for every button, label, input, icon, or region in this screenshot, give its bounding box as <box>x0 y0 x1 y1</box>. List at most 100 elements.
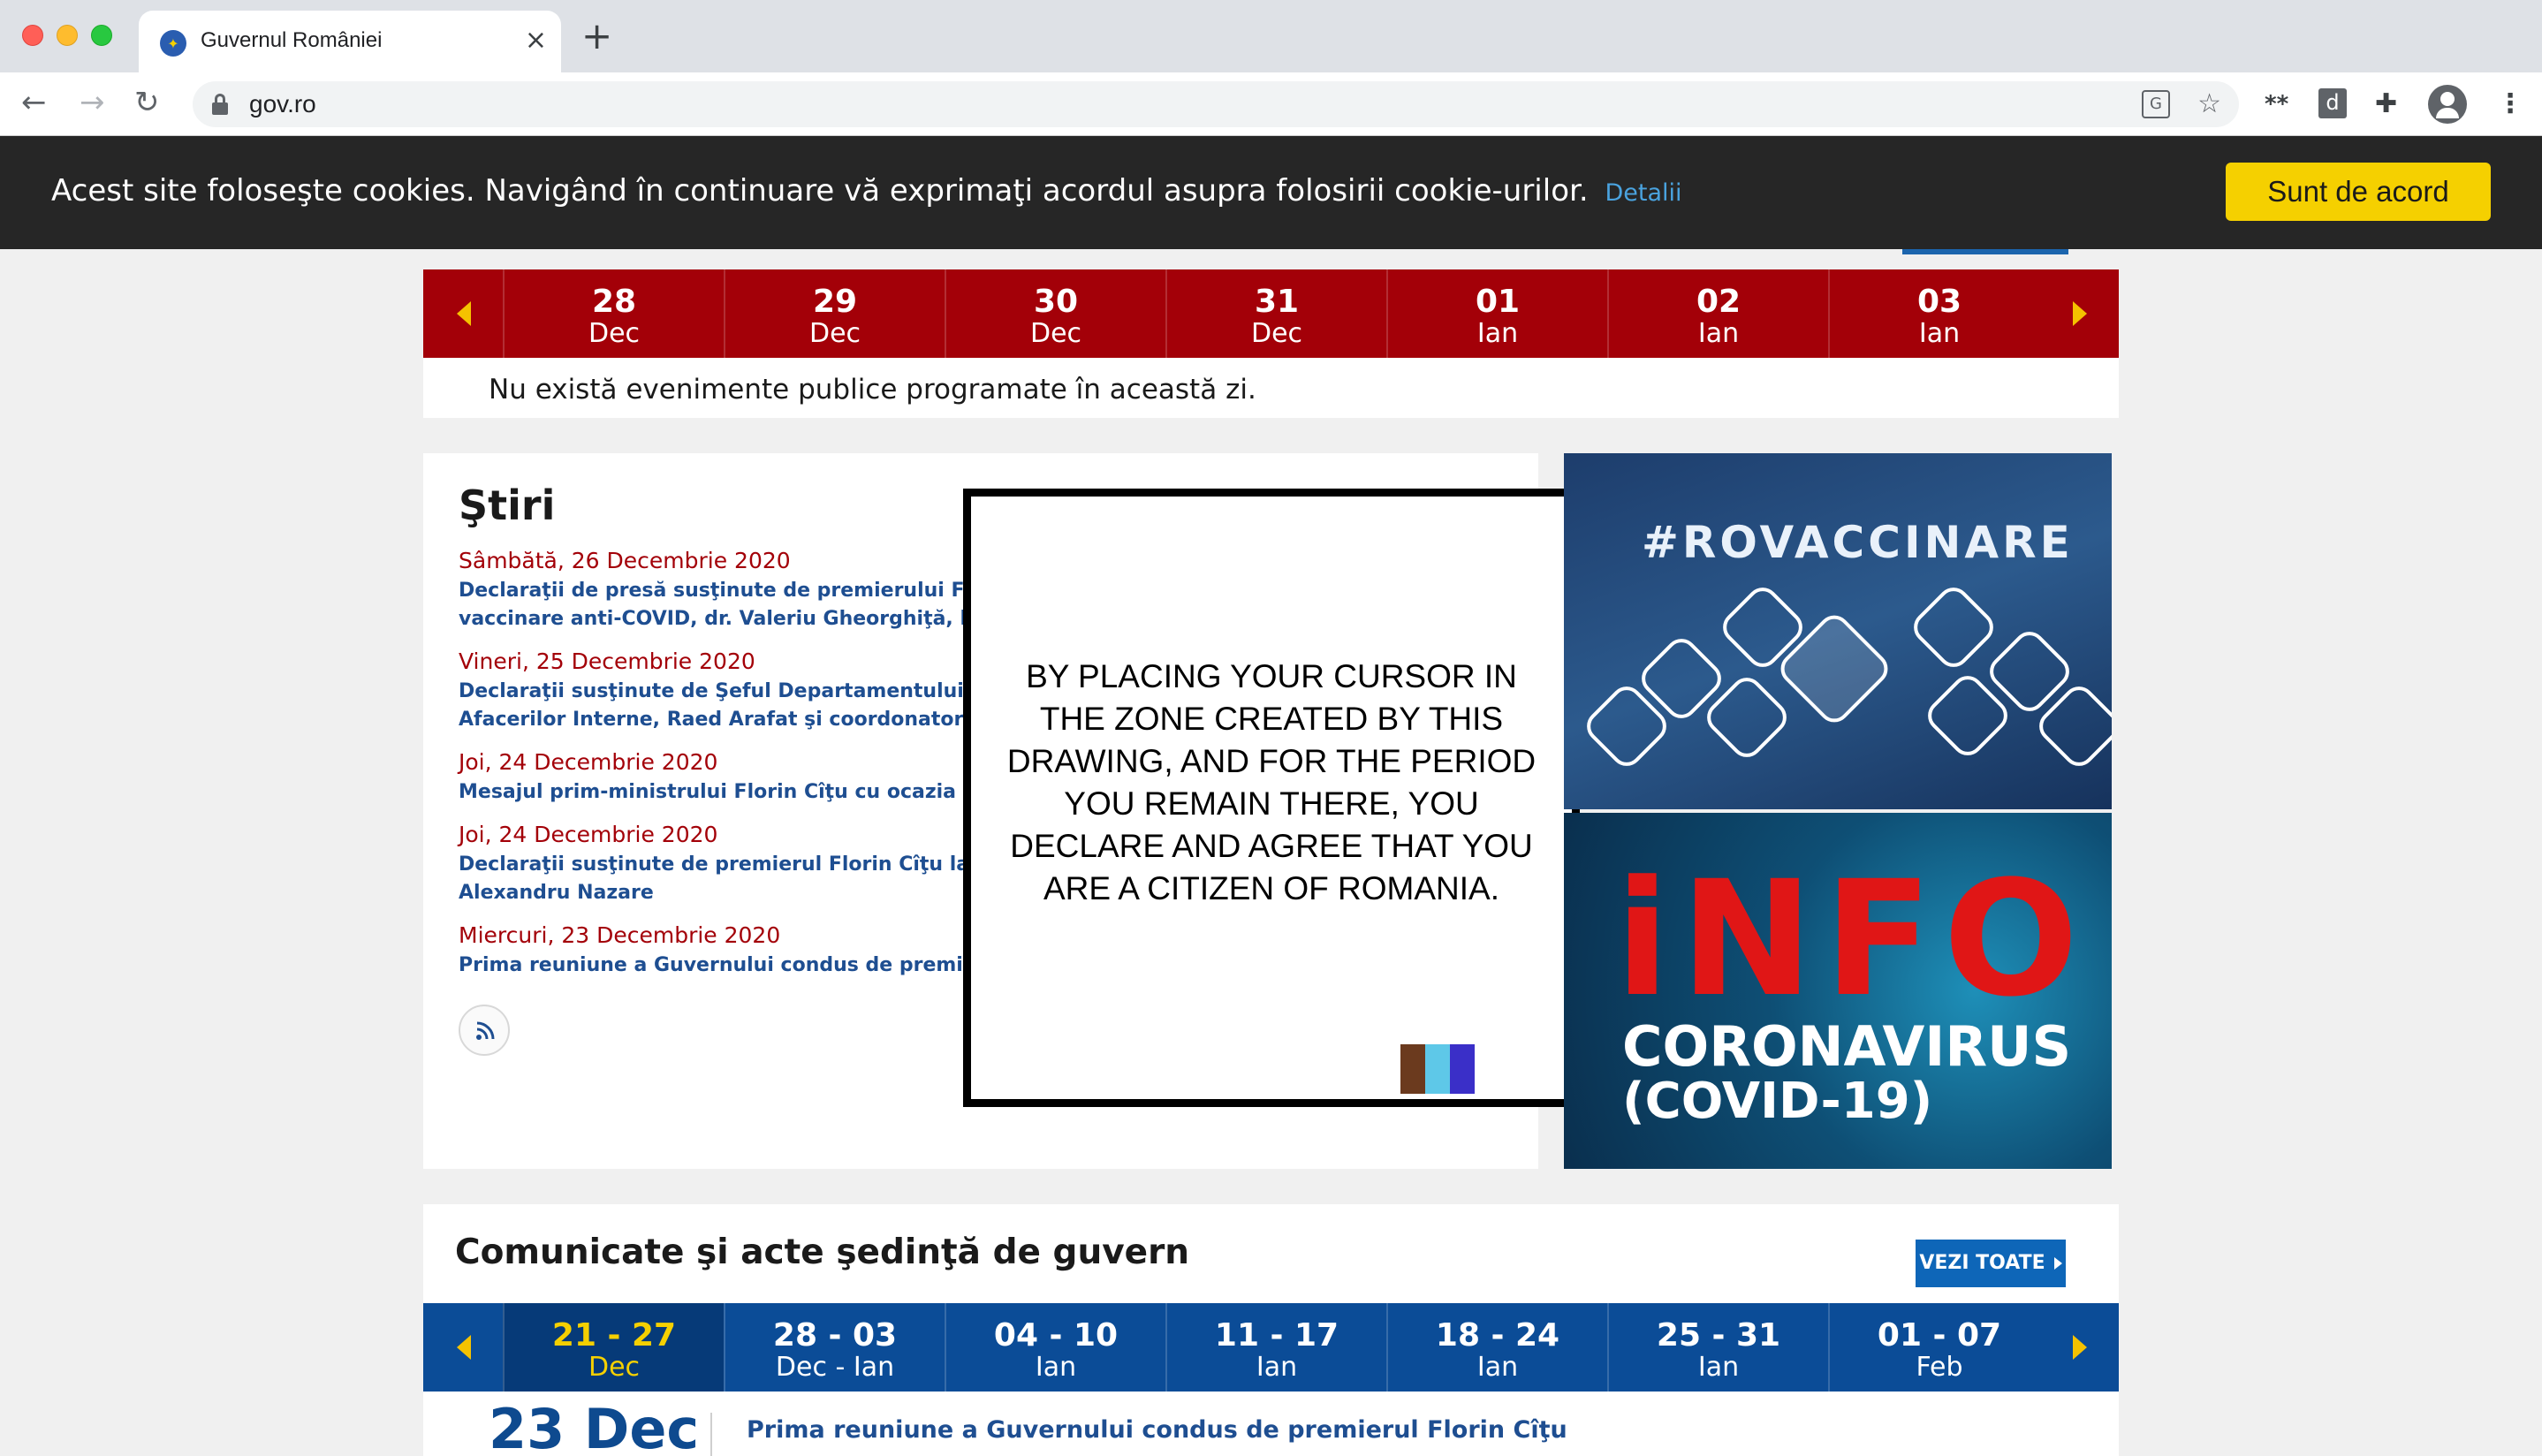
flag-stripe <box>1450 1044 1475 1094</box>
news-link[interactable]: Declaraţii de presă susţinute de premier… <box>459 577 971 605</box>
week-month: Dec <box>588 1352 641 1383</box>
week-cell[interactable]: 01 - 07 Feb <box>1828 1303 2049 1392</box>
communique-link[interactable]: Prima reuniune a Guvernului condus de pr… <box>747 1416 1567 1444</box>
window-minimize-button[interactable] <box>57 25 78 46</box>
covid-subtitle: (COVID-19) <box>1622 1073 1933 1130</box>
calendar-day[interactable]: 30 Dec <box>945 269 1165 358</box>
translate-icon[interactable]: G <box>2142 90 2170 118</box>
calendar-day[interactable]: 31 Dec <box>1165 269 1386 358</box>
day-number: 01 <box>1475 284 1521 320</box>
calendar-day[interactable]: 29 Dec <box>724 269 945 358</box>
browser-tab-bar: ✦ Guvernul României × + <box>0 0 2542 72</box>
day-number: 29 <box>812 284 858 320</box>
see-all-label: VEZI TOATE <box>1919 1252 2045 1274</box>
url-text: gov.ro <box>249 90 316 118</box>
week-range: 21 - 27 <box>551 1317 677 1354</box>
calendar-day[interactable]: 28 Dec <box>503 269 724 358</box>
bookmark-star-icon[interactable]: ☆ <box>2197 88 2221 119</box>
week-prev-arrow-icon[interactable] <box>423 1303 503 1392</box>
rss-feed-icon[interactable] <box>459 1005 510 1056</box>
day-month: Dec <box>588 318 641 349</box>
week-month: Dec - Ian <box>775 1352 895 1383</box>
week-month: Feb <box>1916 1352 1963 1383</box>
day-month: Dec <box>808 318 861 349</box>
address-bar: ← → ↻ gov.ro G ☆ ** d ✚ ⋮ <box>0 72 2542 136</box>
news-link[interactable]: Declaraţii susţinute de premierul Florin… <box>459 851 971 879</box>
browser-menu-icon[interactable]: ⋮ <box>2497 87 2523 122</box>
week-month: Ian <box>1035 1352 1077 1383</box>
accept-cookies-button[interactable]: Sunt de acord <box>2226 163 2491 221</box>
no-events-text: Nu există evenimente publice programate … <box>489 374 1256 406</box>
week-range: 11 - 17 <box>1214 1317 1339 1354</box>
day-month: Ian <box>1697 318 1740 349</box>
communique-entry: 23 Dec Prima reuniune a Guvernului condu… <box>423 1392 2119 1456</box>
triangle-right-icon <box>2053 1257 2062 1270</box>
profile-avatar-icon[interactable] <box>2428 85 2467 124</box>
communiques-title: Comunicate şi acte şedinţă de guvern <box>455 1232 1190 1272</box>
events-calendar-strip: 28 Dec 29 Dec 30 Dec 31 Dec 01 Ian 02 Ia… <box>423 269 2119 358</box>
week-month: Ian <box>1697 1352 1740 1383</box>
forward-arrow-icon[interactable]: → <box>80 85 105 120</box>
week-range: 28 - 03 <box>772 1317 898 1354</box>
tab-close-icon[interactable]: × <box>525 25 547 57</box>
see-all-button[interactable]: VEZI TOATE <box>1916 1240 2066 1287</box>
week-cell[interactable]: 28 - 03 Dec - Ian <box>724 1303 945 1392</box>
communiques-header: Comunicate şi acte şedinţă de guvern VEZ… <box>423 1204 2119 1303</box>
week-cell-active[interactable]: 21 - 27 Dec <box>503 1303 724 1392</box>
day-number: 30 <box>1033 284 1079 320</box>
week-next-arrow-icon[interactable] <box>2039 1303 2119 1392</box>
calendar-next-arrow-icon[interactable] <box>2039 269 2119 358</box>
lock-icon[interactable] <box>212 94 228 115</box>
news-heading: Ştiri <box>459 482 556 529</box>
hidden-section-button-edge <box>1902 249 2068 254</box>
week-cell[interactable]: 18 - 24 Ian <box>1386 1303 1607 1392</box>
window-close-button[interactable] <box>22 25 43 46</box>
news-link[interactable]: Alexandru Nazare <box>459 879 971 907</box>
week-cell[interactable]: 25 - 31 Ian <box>1607 1303 1828 1392</box>
flag-stripe <box>1400 1044 1425 1094</box>
week-cell[interactable]: 11 - 17 Ian <box>1165 1303 1386 1392</box>
calendar-day[interactable]: 01 Ian <box>1386 269 1607 358</box>
cookie-consent-bar: Acest site foloseşte cookies. Navigând î… <box>0 136 2542 249</box>
news-link[interactable]: Declaraţii susţinute de Şeful Departamen… <box>459 678 971 706</box>
d-extension-icon[interactable]: d <box>2318 88 2347 118</box>
news-link[interactable]: Afacerilor Interne, Raed Arafat şi coord… <box>459 706 971 734</box>
cookie-details-link[interactable]: Detalii <box>1605 179 1681 207</box>
day-month: Ian <box>1918 318 1961 349</box>
calendar-day[interactable]: 02 Ian <box>1607 269 1828 358</box>
citizenship-overlay-box[interactable]: BY PLACING YOUR CURSOR IN THE ZONE CREAT… <box>963 489 1580 1107</box>
divider <box>710 1413 712 1456</box>
calendar-day[interactable]: 03 Ian <box>1828 269 2049 358</box>
day-number: 28 <box>591 284 637 320</box>
news-link[interactable]: vaccinare anti-COVID, dr. Valeriu Gheorg… <box>459 605 971 633</box>
week-cell[interactable]: 04 - 10 Ian <box>945 1303 1165 1392</box>
week-range: 18 - 24 <box>1435 1317 1560 1354</box>
new-tab-icon[interactable]: + <box>581 18 612 55</box>
rovaccinare-banner[interactable]: #ROVACCINARE <box>1564 453 2112 809</box>
browser-tab[interactable]: ✦ Guvernul României × <box>139 11 561 72</box>
calendar-prev-arrow-icon[interactable] <box>423 269 503 358</box>
day-month: Dec <box>1029 318 1082 349</box>
overlay-text: BY PLACING YOUR CURSOR IN THE ZONE CREAT… <box>1006 658 1537 906</box>
window-zoom-button[interactable] <box>91 25 112 46</box>
gov-favicon-icon: ✦ <box>160 30 186 57</box>
flag-icon <box>1400 1044 1475 1094</box>
cookie-message-text: Acest site foloseşte cookies. Navigând î… <box>51 173 1589 209</box>
week-range: 01 - 07 <box>1877 1317 2002 1354</box>
day-month: Ian <box>1476 318 1519 349</box>
day-number: 03 <box>1916 284 1962 320</box>
password-extension-icon[interactable]: ** <box>2265 87 2288 122</box>
clipboard-icon <box>1907 580 2000 674</box>
url-field[interactable]: gov.ro G ☆ <box>193 81 2239 127</box>
covid-info-banner[interactable]: iNFO CORONAVIRUS (COVID-19) <box>1564 813 2112 1169</box>
communiques-week-strip: 21 - 27 Dec 28 - 03 Dec - Ian 04 - 10 Ia… <box>423 1303 2119 1392</box>
communique-date: 23 Dec <box>489 1397 700 1456</box>
flag-stripe <box>1425 1044 1450 1094</box>
extensions-puzzle-icon[interactable]: ✚ <box>2375 87 2397 122</box>
week-month: Ian <box>1476 1352 1519 1383</box>
back-arrow-icon[interactable]: ← <box>21 85 47 120</box>
day-month: Dec <box>1250 318 1303 349</box>
reload-icon[interactable]: ↻ <box>134 85 160 120</box>
news-link[interactable]: Mesajul prim-ministrului Florin Cîţu cu … <box>459 778 971 807</box>
news-link[interactable]: Prima reuniune a Guvernului condus de pr… <box>459 952 971 980</box>
